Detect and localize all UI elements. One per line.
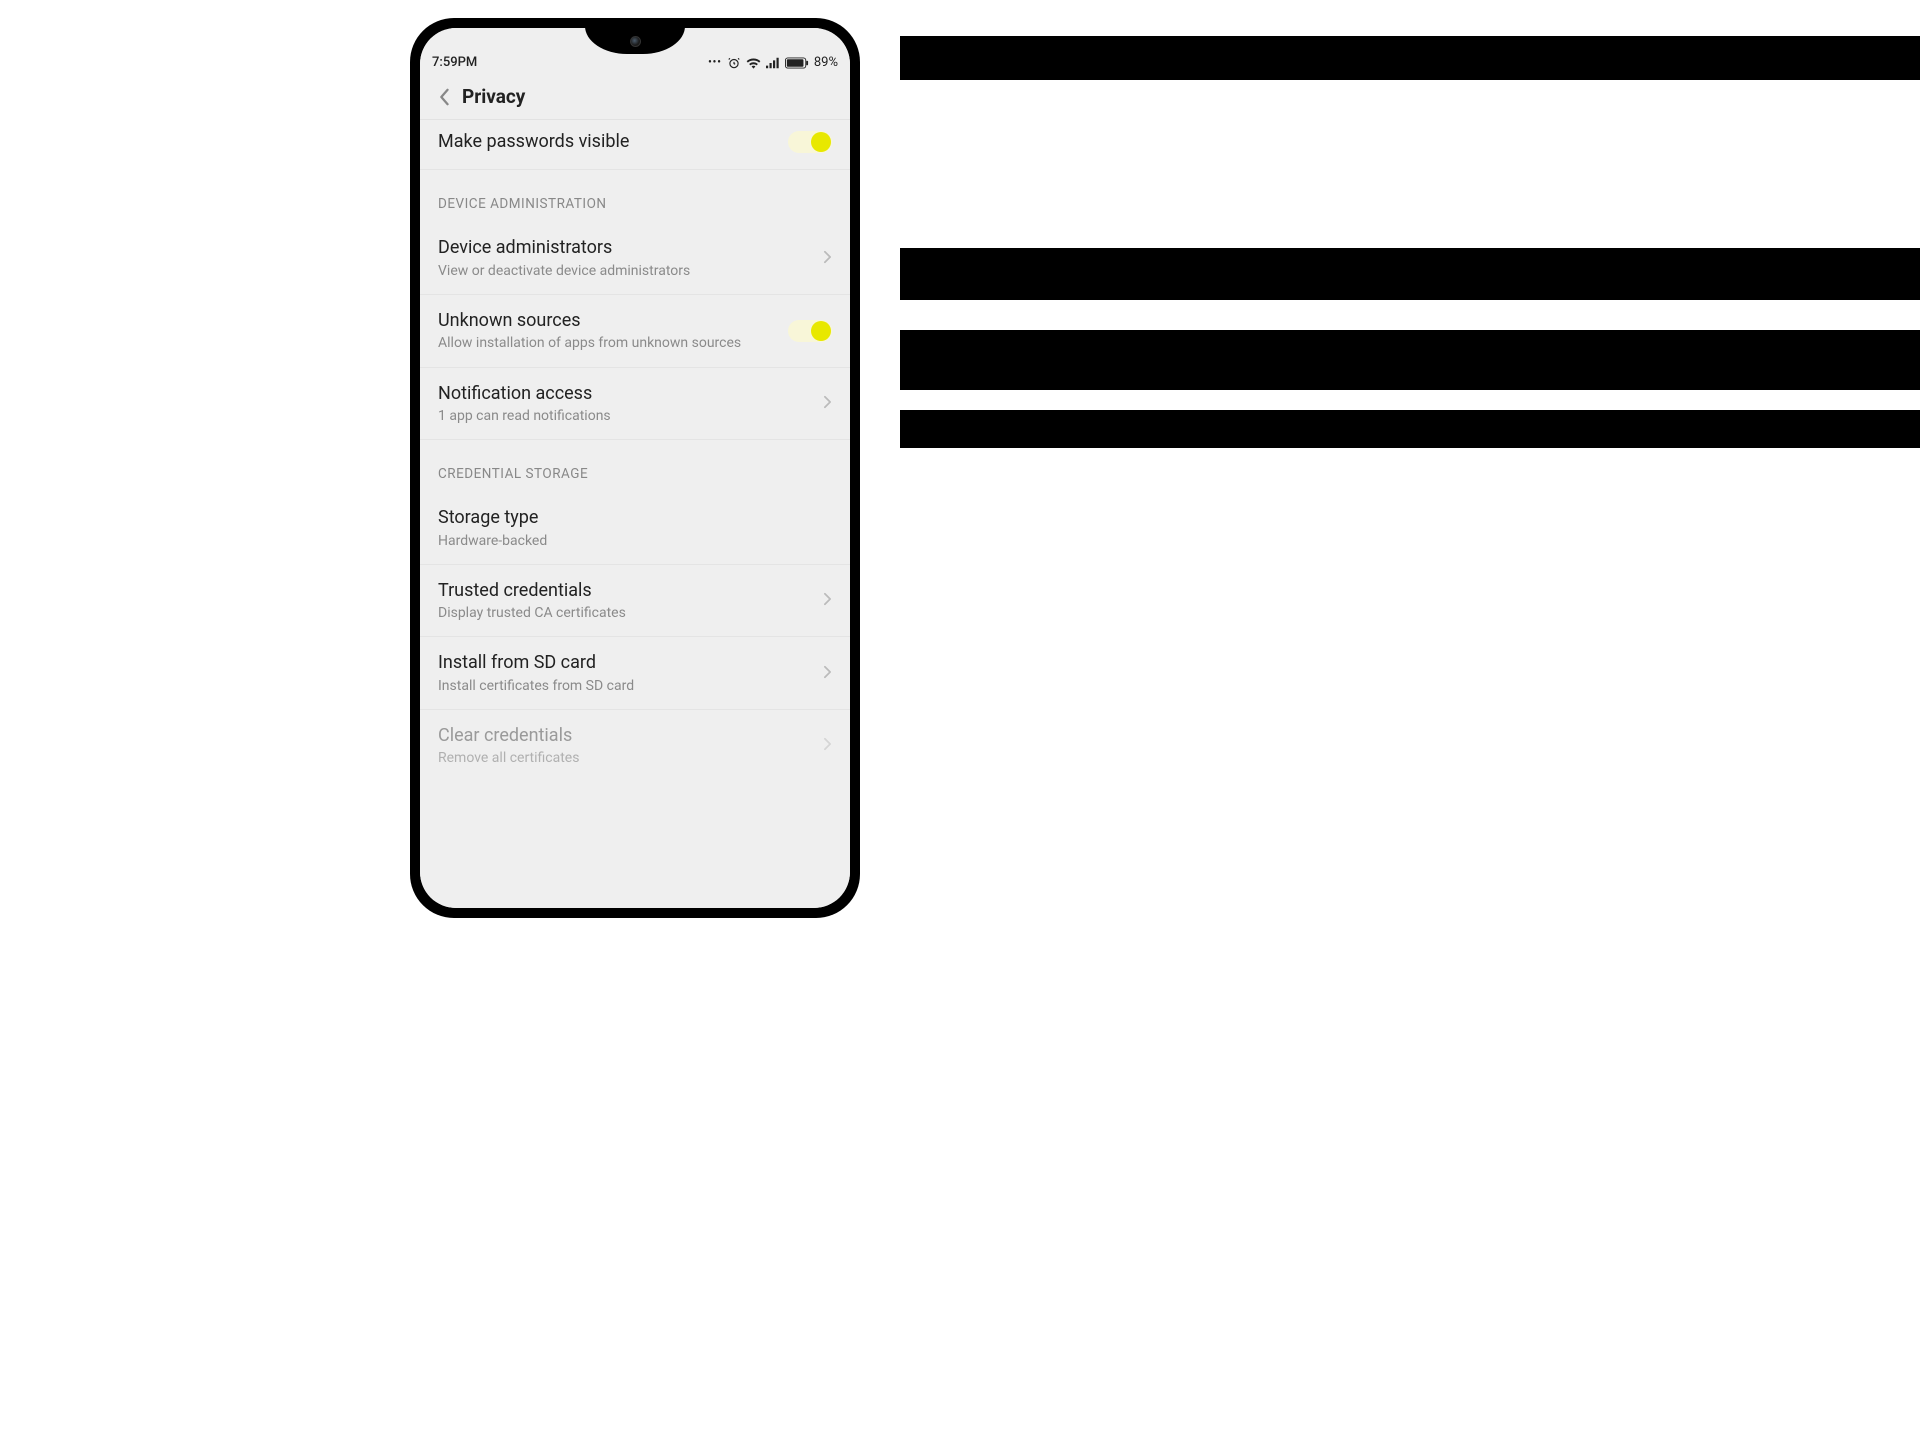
setting-device-administrators[interactable]: Device administrators View or deactivate…	[420, 222, 850, 295]
setting-install-from-sd[interactable]: Install from SD card Install certificate…	[420, 637, 850, 710]
toggle-knob	[811, 132, 831, 152]
section-header-device-admin: DEVICE ADMINISTRATION	[420, 170, 850, 222]
setting-unknown-sources[interactable]: Unknown sources Allow installation of ap…	[420, 295, 850, 368]
toggle-passwords-visible[interactable]	[788, 131, 832, 153]
status-icons: ••• 89%	[708, 55, 838, 70]
setting-subtitle: Display trusted CA certificates	[438, 604, 815, 622]
setting-subtitle: Hardware-backed	[438, 532, 832, 550]
alarm-icon	[727, 56, 741, 70]
phone-screen: 7:59PM ••• 89%	[420, 28, 850, 908]
setting-title: Install from SD card	[438, 651, 815, 674]
back-button[interactable]	[430, 83, 458, 111]
page-title: Privacy	[462, 85, 525, 108]
setting-title: Notification access	[438, 382, 815, 405]
chevron-right-icon	[823, 394, 832, 413]
setting-notification-access[interactable]: Notification access 1 app can read notif…	[420, 368, 850, 441]
phone-frame: 7:59PM ••• 89%	[410, 18, 860, 918]
settings-content: Make passwords visible DEVICE ADMINISTRA…	[420, 120, 850, 908]
setting-subtitle: Remove all certificates	[438, 749, 815, 767]
chevron-right-icon	[823, 591, 832, 610]
setting-title: Trusted credentials	[438, 579, 815, 602]
setting-subtitle: 1 app can read notifications	[438, 407, 815, 425]
front-camera	[630, 36, 641, 47]
setting-storage-type[interactable]: Storage type Hardware-backed	[420, 492, 850, 565]
decorative-bars	[870, 0, 1920, 1440]
setting-subtitle: Allow installation of apps from unknown …	[438, 334, 788, 352]
setting-clear-credentials[interactable]: Clear credentials Remove all certificate…	[420, 710, 850, 782]
section-header-credential-storage: CREDENTIAL STORAGE	[420, 440, 850, 492]
battery-icon	[785, 57, 809, 69]
setting-title: Make passwords visible	[438, 130, 788, 153]
setting-make-passwords-visible[interactable]: Make passwords visible	[420, 120, 850, 170]
battery-percent: 89%	[814, 55, 838, 70]
header-bar: Privacy	[420, 74, 850, 120]
status-time: 7:59PM	[432, 55, 477, 70]
chevron-right-icon	[823, 249, 832, 268]
setting-title: Device administrators	[438, 236, 815, 259]
setting-trusted-credentials[interactable]: Trusted credentials Display trusted CA c…	[420, 565, 850, 638]
chevron-right-icon	[823, 736, 832, 755]
signal-icon	[766, 57, 780, 69]
more-icon: •••	[708, 57, 722, 68]
setting-title: Storage type	[438, 506, 832, 529]
setting-title: Unknown sources	[438, 309, 788, 332]
toggle-unknown-sources[interactable]	[788, 320, 832, 342]
setting-subtitle: Install certificates from SD card	[438, 677, 815, 695]
wifi-icon	[746, 57, 761, 69]
chevron-right-icon	[823, 664, 832, 683]
setting-subtitle: View or deactivate device administrators	[438, 262, 815, 280]
toggle-knob	[811, 321, 831, 341]
setting-title: Clear credentials	[438, 724, 815, 747]
